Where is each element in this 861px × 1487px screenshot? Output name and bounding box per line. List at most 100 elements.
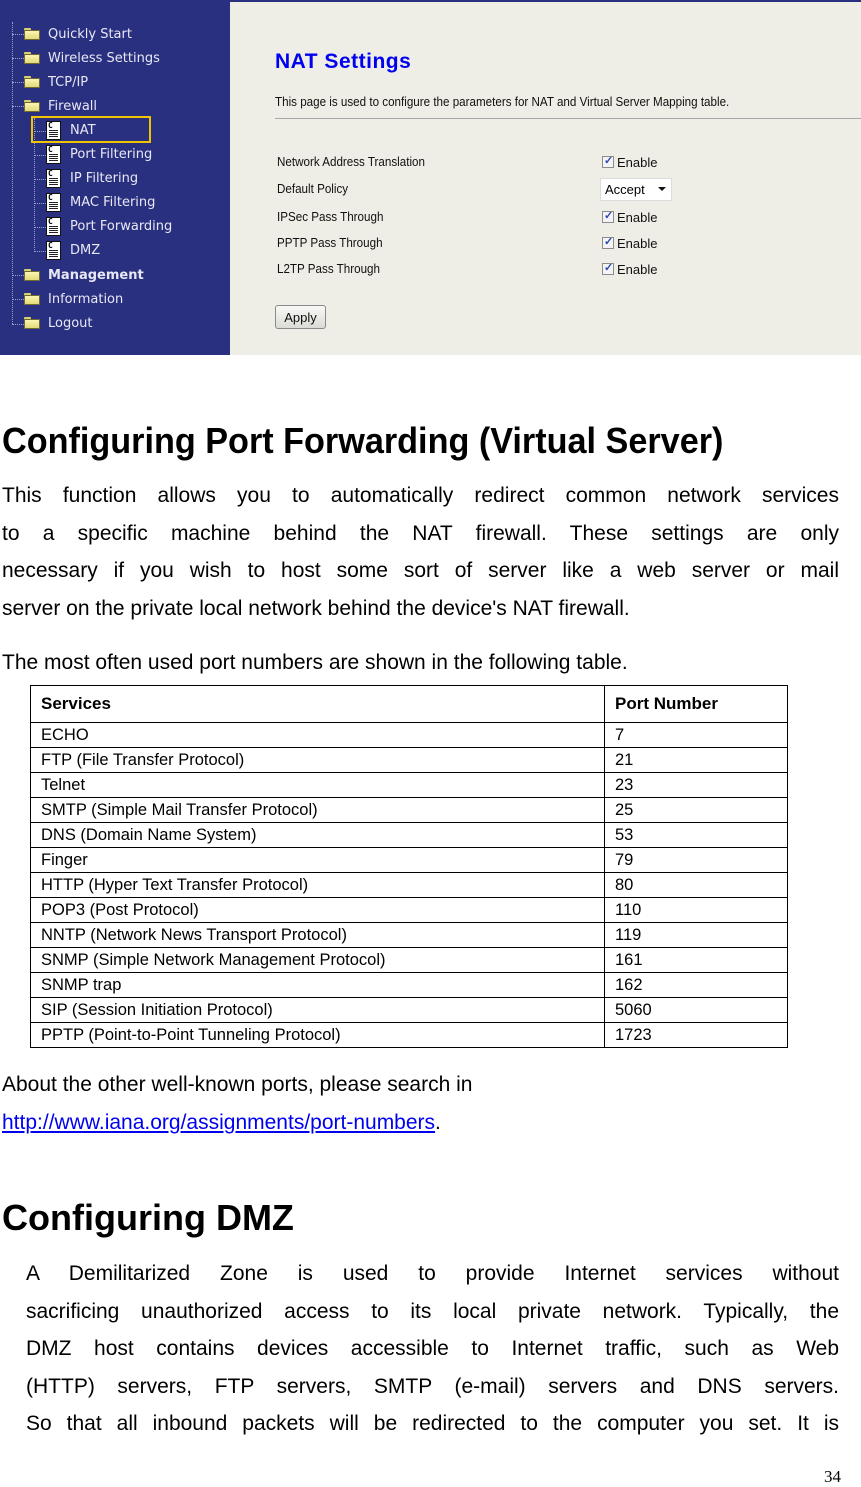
dmz-line: A Demilitarized Zone is used to provide … — [26, 1262, 839, 1285]
sidebar-item-label: Management — [48, 267, 144, 283]
port-number-cell: 79 — [604, 847, 788, 873]
sidebar-item-label: Information — [48, 291, 124, 307]
field-label: L2TP Pass Through — [277, 262, 380, 276]
tree-branch — [34, 179, 46, 180]
sidebar-item-label: Logout — [48, 315, 93, 331]
port-number-cell: 80 — [604, 872, 788, 898]
more-info-text: About the other well-known ports, please… — [2, 1073, 473, 1096]
folder-icon — [24, 293, 40, 305]
sidebar-item-label: MAC Filtering — [70, 194, 156, 210]
table-intro: The most often used port numbers are sho… — [2, 651, 628, 674]
nat-highlight-box — [31, 116, 151, 143]
folder-open-icon — [24, 100, 40, 112]
table-row: PPTP (Point-to-Point Tunneling Protocol)… — [30, 1022, 788, 1048]
nav-tree: Quickly Start Wireless Settings TCP/IP F… — [0, 0, 230, 355]
tree-branch — [34, 203, 46, 204]
section-heading-port-forwarding: Configuring Port Forwarding (Virtual Ser… — [2, 420, 724, 461]
sidebar-item-label: Port Forwarding — [70, 218, 173, 234]
service-cell: ECHO — [30, 722, 605, 748]
page-icon — [46, 216, 61, 236]
intro-line: necessary if you wish to host some sort … — [2, 559, 839, 582]
port-number-cell: 21 — [604, 747, 788, 773]
l2tp-enable-checkbox[interactable]: ✓ — [602, 262, 614, 275]
dmz-description: A Demilitarized Zone is used to provide … — [26, 1255, 839, 1443]
sidebar-item-quickly-start[interactable]: Quickly Start — [24, 24, 132, 44]
checkbox-label: Enable — [617, 154, 658, 170]
sidebar-item-wireless-settings[interactable]: Wireless Settings — [24, 48, 160, 68]
port-number-cell: 161 — [604, 947, 788, 973]
page-icon — [46, 144, 61, 164]
port-number-cell: 25 — [604, 797, 788, 823]
page-icon — [46, 192, 61, 212]
sidebar-item-firewall[interactable]: Firewall — [24, 96, 97, 116]
folder-icon — [24, 52, 40, 64]
service-cell: HTTP (Hyper Text Transfer Protocol) — [30, 872, 605, 898]
table-row: ECHO 7 — [30, 722, 788, 748]
sidebar-item-port-forwarding[interactable]: Port Forwarding — [46, 216, 172, 236]
select-value: Accept — [605, 181, 645, 197]
sidebar-item-label: Firewall — [48, 98, 98, 114]
sidebar-item-logout[interactable]: Logout — [24, 313, 93, 333]
table-row: FTP (File Transfer Protocol) 21 — [30, 747, 788, 773]
default-policy-select[interactable]: Accept — [600, 177, 672, 201]
port-number-cell: 119 — [604, 922, 788, 948]
dmz-line: So that all inbound packets will be redi… — [26, 1412, 839, 1435]
table-row: SNMP (Simple Network Management Protocol… — [30, 947, 788, 973]
table-row: SMTP (Simple Mail Transfer Protocol) 25 — [30, 797, 788, 823]
table-row: Telnet 23 — [30, 772, 788, 798]
sidebar-item-port-filtering[interactable]: Port Filtering — [46, 144, 152, 164]
divider — [275, 118, 861, 119]
port-forwarding-intro: This function allows you to automaticall… — [2, 477, 839, 590]
sidebar-item-tcp-ip[interactable]: TCP/IP — [24, 72, 88, 92]
sidebar-item-label: Quickly Start — [48, 26, 132, 42]
checkbox-label: Enable — [617, 209, 658, 225]
apply-button[interactable]: Apply — [275, 305, 326, 329]
port-numbers-table: Services Port Number ECHO 7 FTP (File Tran… — [30, 685, 788, 1048]
checkmark-icon: ✓ — [604, 236, 614, 248]
sidebar-item-label: Wireless Settings — [48, 50, 160, 66]
column-header-port-number: Port Number — [604, 685, 788, 723]
service-cell: DNS (Domain Name System) — [30, 822, 605, 848]
service-cell: NNTP (Network News Transport Protocol) — [30, 922, 605, 948]
field-nat: Network Address Translation ✓ Enable — [277, 152, 657, 172]
dropdown-arrow-icon — [658, 187, 666, 191]
field-label: IPSec Pass Through — [277, 210, 384, 224]
folder-icon — [24, 28, 40, 40]
checkbox-label: Enable — [617, 261, 658, 277]
sidebar-item-ip-filtering[interactable]: IP Filtering — [46, 168, 138, 188]
table-row: NNTP (Network News Transport Protocol) 11… — [30, 922, 788, 948]
panel-title: NAT Settings — [275, 50, 412, 73]
port-number-cell: 7 — [604, 722, 788, 748]
service-cell: POP3 (Post Protocol) — [30, 897, 605, 923]
field-label: PPTP Pass Through — [277, 236, 383, 250]
sidebar-item-management[interactable]: Management — [24, 265, 144, 285]
nat-settings-screenshot: Quickly Start Wireless Settings TCP/IP F… — [0, 0, 861, 355]
sidebar-item-information[interactable]: Information — [24, 289, 123, 309]
folder-icon — [24, 317, 40, 329]
sidebar-item-mac-filtering[interactable]: MAC Filtering — [46, 192, 155, 212]
nat-enable-checkbox[interactable]: ✓ — [602, 155, 614, 168]
page-number: 34 — [824, 1467, 841, 1486]
port-number-cell: 5060 — [604, 997, 788, 1023]
ipsec-enable-checkbox[interactable]: ✓ — [602, 210, 614, 223]
folder-icon — [24, 269, 40, 281]
service-cell: Telnet — [30, 772, 605, 798]
iana-port-numbers-link[interactable]: http://www.iana.org/assignments/port-num… — [2, 1111, 435, 1134]
link-line: http://www.iana.org/assignments/port-num… — [2, 1111, 441, 1135]
service-cell: PPTP (Point-to-Point Tunneling Protocol) — [30, 1022, 605, 1048]
nat-settings-panel: NAT Settings This page is used to config… — [230, 0, 861, 355]
dmz-line: (HTTP) servers, FTP servers, SMTP (e-mai… — [26, 1374, 839, 1398]
service-cell: FTP (File Transfer Protocol) — [30, 747, 605, 773]
checkmark-icon: ✓ — [604, 262, 614, 274]
pptp-enable-checkbox[interactable]: ✓ — [602, 236, 614, 249]
section-heading-dmz: Configuring DMZ — [2, 1197, 294, 1238]
sidebar-item-dmz[interactable]: DMZ — [46, 240, 100, 260]
table-row: Finger 79 — [30, 847, 788, 873]
sidebar-item-label: TCP/IP — [48, 74, 89, 90]
service-cell: SNMP trap — [30, 972, 605, 998]
tree-branch — [34, 251, 46, 252]
tree-branch — [12, 58, 24, 59]
tree-branch — [12, 106, 24, 107]
tree-branch — [12, 299, 24, 300]
page-icon — [46, 240, 61, 260]
